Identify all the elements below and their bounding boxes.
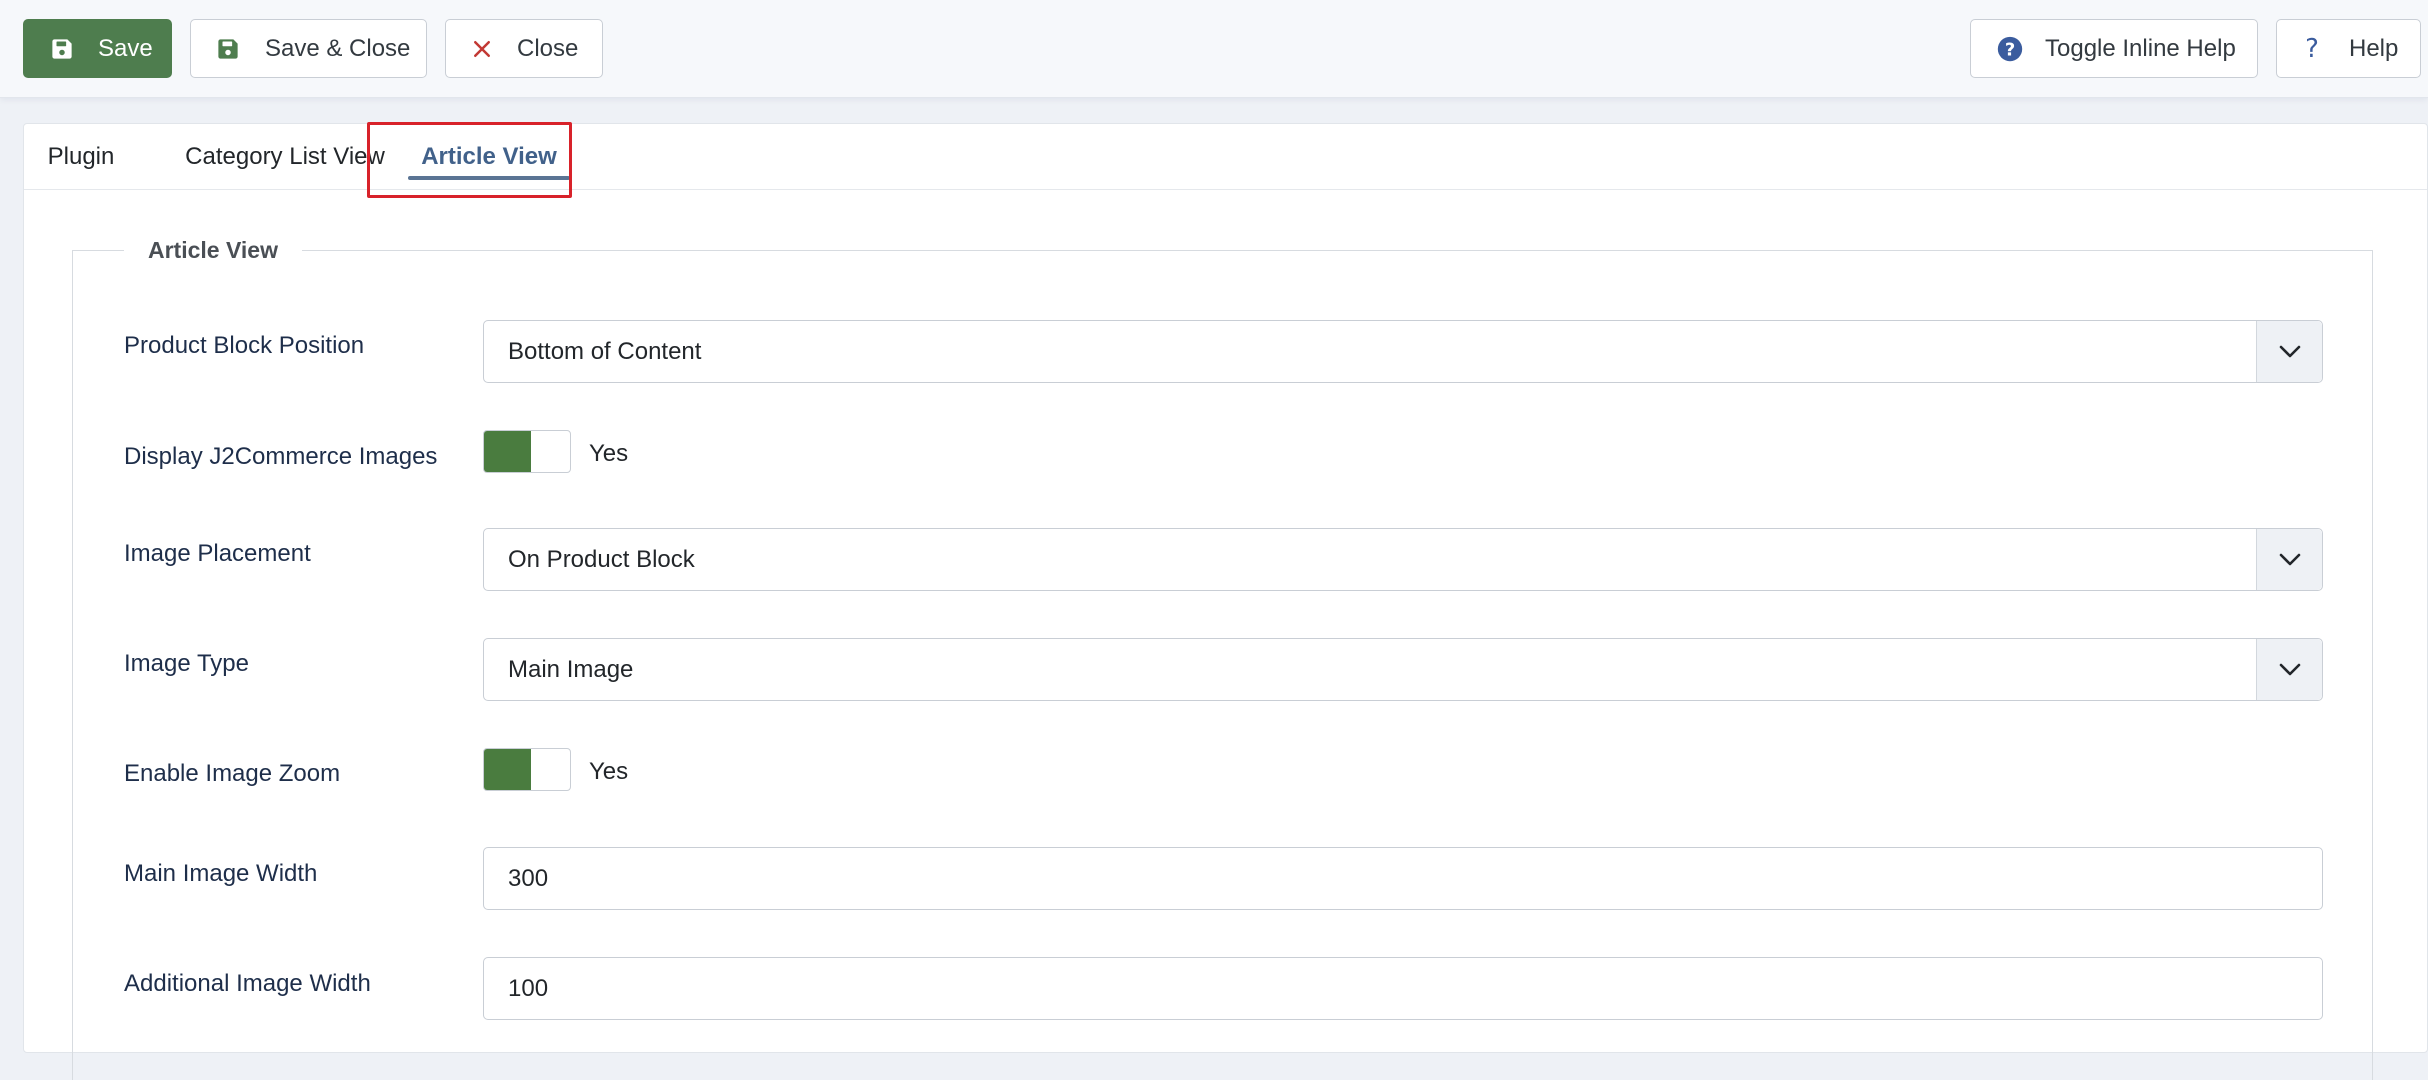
save-and-close-label: Save & Close: [265, 34, 411, 62]
toolbar: Save Save & Close Close ? Toggle Inline …: [0, 0, 2428, 98]
help-button[interactable]: ? Help: [2276, 19, 2421, 78]
additional-image-width-input[interactable]: 100: [483, 957, 2323, 1020]
svg-text:?: ?: [2005, 39, 2015, 60]
image-type-label: Image Type: [124, 650, 249, 677]
display-images-state: Yes: [589, 440, 629, 467]
close-icon: [473, 40, 491, 58]
tab-plugin[interactable]: Plugin: [24, 124, 138, 190]
fieldset-legend: Article View: [124, 237, 302, 264]
enable-image-zoom-switch[interactable]: [483, 748, 571, 791]
save-and-close-button[interactable]: Save & Close: [190, 19, 427, 78]
display-images-label: Display J2Commerce Images: [124, 443, 438, 470]
tab-article-view[interactable]: Article View: [384, 124, 594, 190]
toggle-inline-help-button[interactable]: ? Toggle Inline Help: [1970, 19, 2258, 78]
display-images-switch[interactable]: [483, 430, 571, 473]
image-type-value: Main Image: [508, 655, 634, 683]
tab-bar: Plugin Category List View Article View: [24, 124, 2427, 190]
question-circle-icon: ?: [1997, 36, 2023, 62]
chevron-down-icon: [2256, 529, 2322, 590]
tab-category-list-view-label: Category List View: [185, 143, 385, 170]
switch-on-indicator: [484, 431, 531, 472]
main-image-width-label: Main Image Width: [124, 860, 318, 887]
enable-image-zoom-label: Enable Image Zoom: [124, 760, 341, 787]
product-block-position-value: Bottom of Content: [508, 337, 702, 365]
image-placement-select[interactable]: On Product Block: [483, 528, 2323, 591]
additional-image-width-label: Additional Image Width: [124, 970, 371, 997]
chevron-down-icon: [2256, 321, 2322, 382]
tab-plugin-label: Plugin: [47, 143, 115, 170]
tab-article-view-label: Article View: [421, 143, 557, 170]
product-block-position-select[interactable]: Bottom of Content: [483, 320, 2323, 383]
enable-image-zoom-state: Yes: [589, 758, 629, 785]
tab-category-list-view[interactable]: Category List View: [162, 124, 408, 190]
floppy-disk-icon: [51, 38, 73, 60]
switch-on-indicator: [484, 749, 531, 790]
close-button-label: Close: [517, 34, 579, 62]
active-tab-indicator: [408, 176, 570, 180]
close-button[interactable]: Close: [445, 19, 603, 78]
product-block-position-label: Product Block Position: [124, 332, 365, 359]
image-placement-label: Image Placement: [124, 540, 311, 567]
question-mark-icon: ?: [2303, 36, 2321, 62]
floppy-disk-icon: [217, 38, 239, 60]
toggle-inline-help-label: Toggle Inline Help: [2045, 34, 2236, 62]
svg-text:?: ?: [2305, 36, 2319, 62]
help-button-label: Help: [2349, 34, 2399, 62]
image-type-select[interactable]: Main Image: [483, 638, 2323, 701]
main-image-width-input[interactable]: 300: [483, 847, 2323, 910]
image-placement-value: On Product Block: [508, 545, 695, 573]
save-button-label: Save: [98, 34, 153, 62]
chevron-down-icon: [2256, 639, 2322, 700]
save-button[interactable]: Save: [23, 19, 172, 78]
